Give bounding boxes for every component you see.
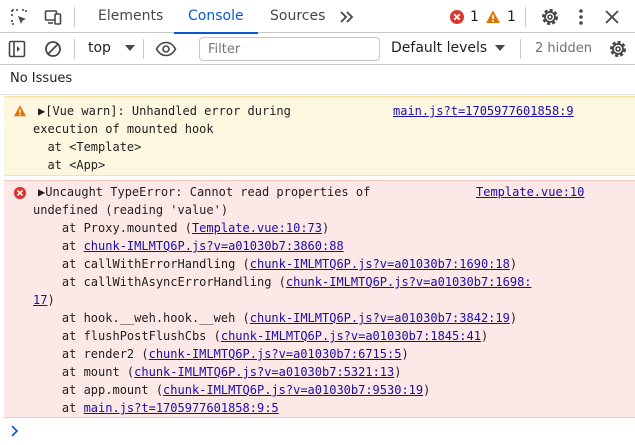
tab-elements[interactable]: Elements	[96, 0, 165, 33]
stack-frame-text: at hook.__weh.hook.__weh (	[33, 311, 250, 325]
error-source-link[interactable]: Template.vue:10	[476, 183, 584, 201]
console-settings-icon[interactable]	[607, 38, 629, 60]
stack-frame-link[interactable]: chunk-IMLMTQ6P.js?v=a01030b7:6715:5	[149, 347, 402, 361]
tab-console[interactable]: Console	[174, 0, 258, 34]
stack-frame-text: at callWithAsyncErrorHandling (	[33, 275, 286, 289]
stack-frame-link[interactable]: chunk-IMLMTQ6P.js?v=a01030b7:9530:19	[163, 383, 423, 397]
issues-bar[interactable]: No Issues	[0, 65, 635, 95]
warning-line: at <Template>	[33, 140, 142, 154]
console-prompt-chevron-icon[interactable]	[8, 424, 24, 440]
stack-frame: at main.js?t=1705977601858:9:5	[33, 399, 279, 417]
clear-console-icon[interactable]	[42, 38, 64, 60]
stack-frame: at callWithErrorHandling (chunk-IMLMTQ6P…	[33, 255, 517, 273]
stack-frame: at chunk-IMLMTQ6P.js?v=a01030b7:3860:88	[33, 237, 344, 255]
warning-source-link[interactable]: main.js?t=1705977601858:9	[393, 102, 574, 120]
inspect-element-icon[interactable]	[8, 6, 30, 28]
log-levels-label: Default levels	[391, 40, 488, 56]
warning-line: execution of mounted hook	[33, 122, 214, 136]
stack-frame-link[interactable]: chunk-IMLMTQ6P.js?v=a01030b7:1845:41	[221, 329, 481, 343]
error-icon	[450, 10, 464, 24]
warning-count: 1	[507, 9, 516, 25]
stack-frame-suffix: )	[423, 383, 431, 397]
stack-frame-suffix: )	[47, 293, 55, 307]
stack-frame-text: at callWithErrorHandling (	[33, 257, 250, 271]
stack-frame-link[interactable]: 17	[33, 293, 47, 307]
stack-frame: at app.mount (chunk-IMLMTQ6P.js?v=a01030…	[33, 381, 430, 399]
divider	[74, 7, 75, 27]
console-error-message[interactable]: ▶Uncaught TypeError: Cannot read propert…	[4, 180, 635, 418]
stack-frame-text: at app.mount (	[33, 383, 164, 397]
stack-frame-link[interactable]: chunk-IMLMTQ6P.js?v=a01030b7:1698:	[286, 275, 532, 289]
context-label: top	[88, 40, 111, 56]
caret-down-icon	[125, 45, 136, 51]
stack-frame: at hook.__weh.hook.__weh (chunk-IMLMTQ6P…	[33, 309, 517, 327]
devtools-tabbar: Elements Console Sources 1 1	[0, 0, 635, 34]
stack-frame-suffix: )	[509, 257, 518, 271]
stack-frame-text: at render2 (	[33, 347, 149, 361]
stack-frame-text: at	[33, 401, 84, 415]
warning-line[interactable]: ▶[Vue warn]: Unhandled error during	[38, 102, 291, 120]
stack-frame: at flushPostFlushCbs (chunk-IMLMTQ6P.js?…	[33, 327, 488, 345]
caret-down-icon	[494, 45, 505, 51]
error-count: 1	[470, 9, 479, 25]
stack-frame-text: at flushPostFlushCbs (	[33, 329, 221, 343]
stack-frame: at Proxy.mounted (Template.vue:10:73)	[33, 219, 329, 237]
stack-frame-suffix: )	[509, 311, 518, 325]
stack-frame-link[interactable]: Template.vue:10:73	[192, 221, 322, 235]
stack-frame-text: at mount (	[33, 365, 135, 379]
filter-input[interactable]	[199, 37, 380, 61]
stack-frame-suffix: )	[322, 221, 330, 235]
warning-icon	[13, 105, 27, 117]
context-selector[interactable]: top	[88, 40, 136, 56]
log-levels-dropdown[interactable]: Default levels	[391, 40, 505, 56]
warning-icon	[486, 10, 500, 23]
stack-frame-link[interactable]: chunk-IMLMTQ6P.js?v=a01030b7:3860:88	[84, 239, 344, 253]
divider	[520, 39, 521, 59]
error-icon	[13, 186, 27, 200]
live-expression-eye-icon[interactable]	[155, 38, 177, 60]
more-options-icon[interactable]	[570, 6, 592, 28]
stack-frame: at mount (chunk-IMLMTQ6P.js?v=a01030b7:5…	[33, 363, 402, 381]
divider	[143, 39, 144, 59]
console-toolbar: top Default levels 2 hidden	[0, 33, 635, 65]
close-icon[interactable]	[601, 6, 623, 28]
stack-frame-suffix: )	[394, 365, 402, 379]
error-count-badge[interactable]: 1	[449, 8, 479, 26]
stack-frame: at render2 (chunk-IMLMTQ6P.js?v=a01030b7…	[33, 345, 409, 363]
tab-sources[interactable]: Sources	[268, 0, 327, 33]
warning-line: at <App>	[33, 158, 106, 172]
stack-frame-link[interactable]: chunk-IMLMTQ6P.js?v=a01030b7:3842:19	[250, 311, 510, 325]
divider	[525, 7, 526, 27]
divider	[74, 39, 75, 59]
stack-frame-link[interactable]: chunk-IMLMTQ6P.js?v=a01030b7:1690:18	[250, 257, 510, 271]
stack-frame-suffix: )	[401, 347, 409, 361]
settings-icon[interactable]	[539, 6, 561, 28]
stack-frame: 17)	[33, 291, 55, 309]
hidden-count: 2 hidden	[535, 41, 592, 56]
warning-count-badge[interactable]: 1	[485, 8, 516, 26]
issues-label: No Issues	[10, 71, 73, 86]
error-line: undefined (reading 'value')	[33, 203, 229, 217]
stack-frame-link[interactable]: main.js?t=1705977601858:9:5	[84, 401, 279, 415]
more-tabs-icon[interactable]	[336, 6, 358, 28]
stack-frame: at callWithAsyncErrorHandling (chunk-IML…	[33, 273, 532, 291]
stack-frame-link[interactable]: chunk-IMLMTQ6P.js?v=a01030b7:5321:13	[134, 365, 394, 379]
sidebar-toggle-icon[interactable]	[6, 38, 28, 60]
stack-frame-text: at	[33, 239, 84, 253]
error-line[interactable]: ▶Uncaught TypeError: Cannot read propert…	[38, 183, 370, 201]
stack-frame-suffix: )	[480, 329, 489, 343]
device-toolbar-icon[interactable]	[42, 6, 64, 28]
stack-frame-text: at Proxy.mounted (	[33, 221, 192, 235]
console-warning-message[interactable]: ▶[Vue warn]: Unhandled error during main…	[4, 96, 635, 176]
